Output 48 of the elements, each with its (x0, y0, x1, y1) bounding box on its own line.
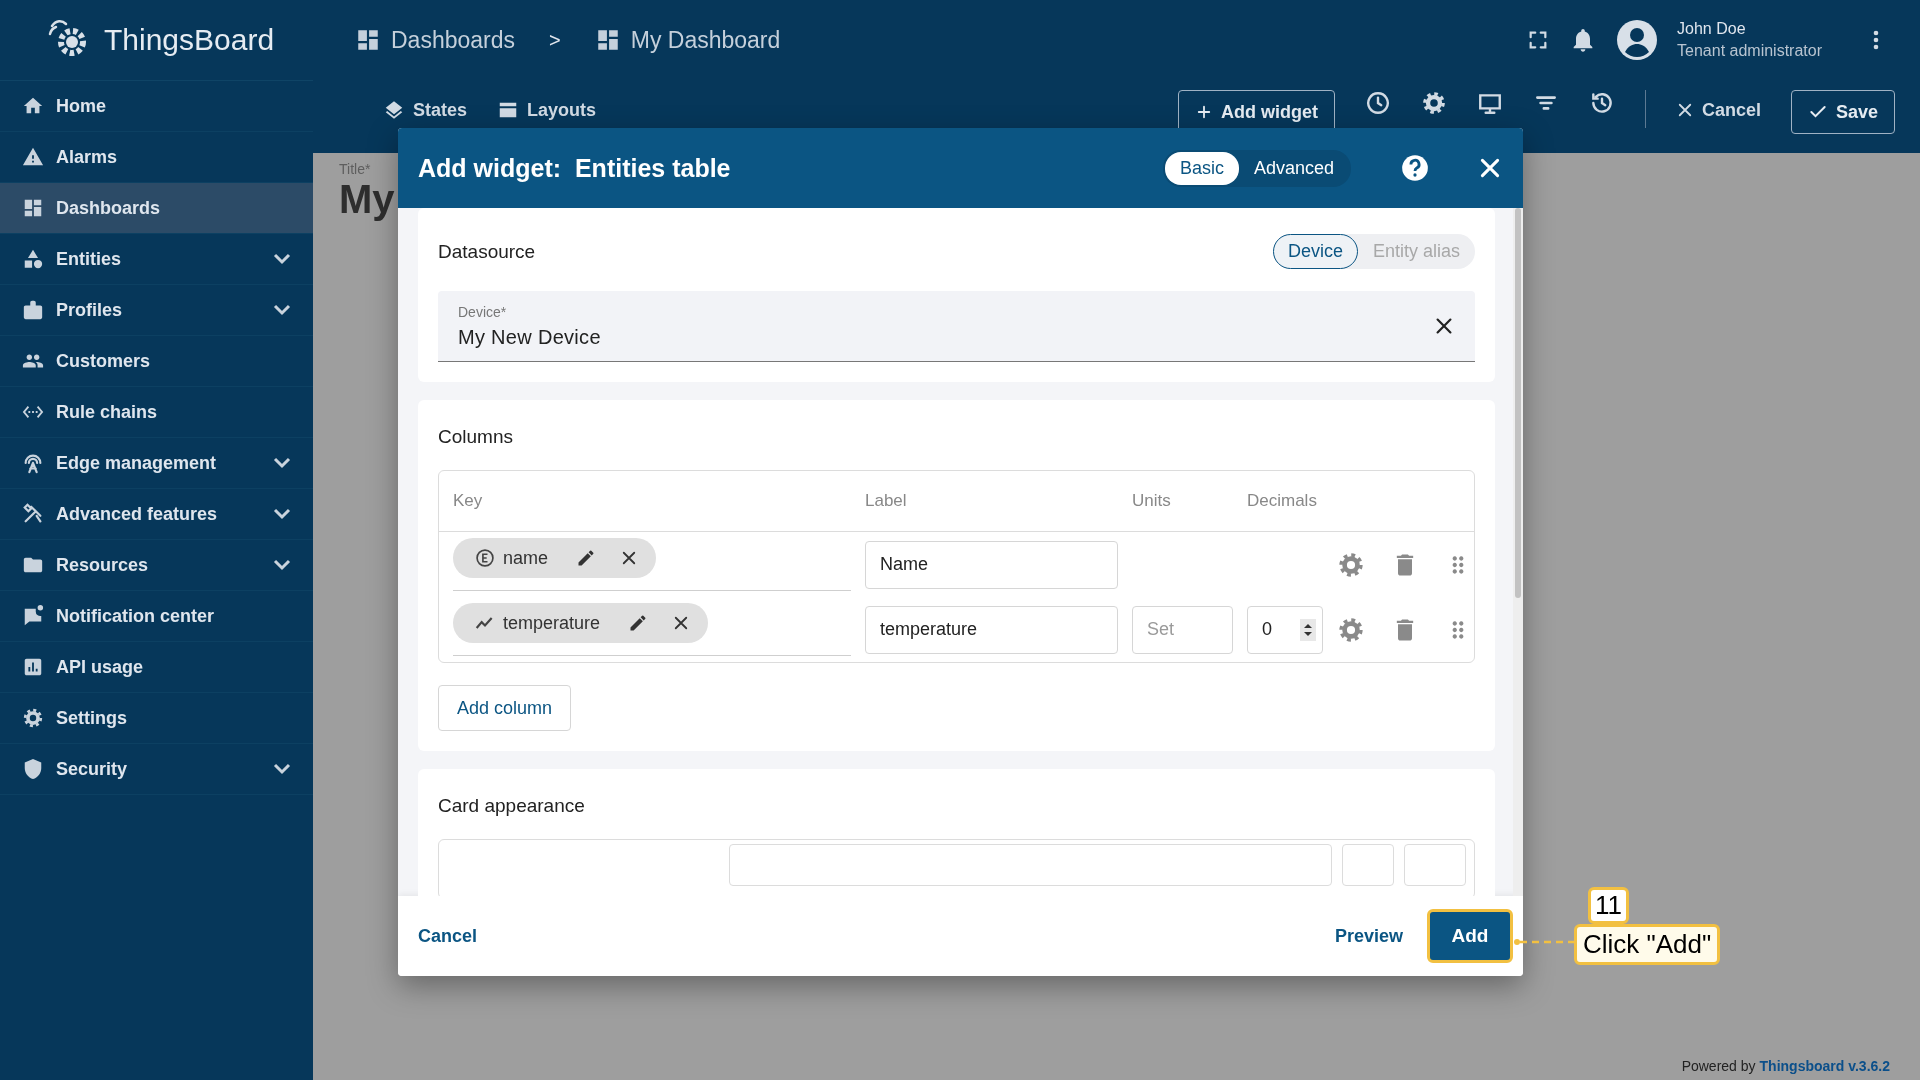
label-input[interactable]: temperature (865, 605, 1118, 654)
label-input[interactable]: Name (865, 540, 1118, 589)
sidebar-item[interactable]: Home (0, 81, 313, 132)
sidebar-item[interactable]: Profiles (0, 285, 313, 336)
datasource-type-option[interactable]: Device (1272, 234, 1358, 269)
powered-by-text: Powered by Thingsboard v.3.6.2 (1681, 1058, 1890, 1074)
save-button[interactable]: Save (1790, 90, 1895, 134)
dialog-title: Add widget: Entities table (418, 153, 731, 183)
cancel-button[interactable]: Cancel (1675, 90, 1761, 130)
column-header: Label (865, 491, 908, 511)
column-header: Units (1132, 491, 1172, 511)
layouts-tab[interactable]: Layouts (497, 90, 597, 130)
sidebar-item[interactable]: Dashboards (0, 183, 313, 234)
title-label: Title* (339, 161, 371, 177)
step-number: 11 (1588, 887, 1629, 924)
breadcrumb-separator: > (549, 28, 561, 52)
decimals-input[interactable]: 0 (1247, 605, 1323, 654)
column-header: Decimals (1247, 491, 1318, 511)
dashboard-title: My (339, 177, 395, 222)
column-header: Key (453, 491, 484, 511)
section-heading: Columns (438, 426, 514, 448)
sidebar-item[interactable]: Entities (0, 234, 313, 285)
brand-name: ThingsBoard (104, 23, 275, 57)
states-tab[interactable]: States (383, 90, 468, 130)
key-chip[interactable]: name (453, 538, 657, 578)
sidebar-item[interactable]: API usage (0, 642, 313, 693)
mode-option[interactable]: Advanced (1238, 151, 1349, 185)
mode-option[interactable]: Basic (1164, 151, 1239, 185)
preview-button[interactable]: Preview (1318, 915, 1419, 957)
key-chip[interactable]: temperature (453, 603, 709, 643)
device-field[interactable]: Device* My New Device (438, 291, 1475, 362)
section-heading: Card appearance (438, 795, 586, 817)
user-name: John Doe (1677, 20, 1747, 38)
sidebar-item[interactable]: Resources (0, 540, 313, 591)
sidebar-item[interactable]: Notification center (0, 591, 313, 642)
units-input[interactable]: Set (1132, 605, 1233, 654)
sidebar-item[interactable]: Edge management (0, 438, 313, 489)
cancel-button[interactable]: Cancel (402, 915, 494, 957)
sidebar-item[interactable]: Advanced features (0, 489, 313, 540)
section-heading: Datasource (438, 240, 536, 263)
sidebar-item[interactable]: Security (0, 744, 313, 795)
add-button[interactable]: Add (1427, 909, 1513, 963)
instruction-label: Click "Add" (1574, 924, 1721, 965)
user-role: Tenant administrator (1677, 42, 1822, 60)
sidebar-item[interactable]: Settings (0, 693, 313, 744)
breadcrumb-link[interactable]: My Dashboard (594, 26, 781, 54)
breadcrumb-link[interactable]: Dashboards (355, 26, 516, 54)
add-column-button[interactable]: Add column (438, 685, 572, 731)
